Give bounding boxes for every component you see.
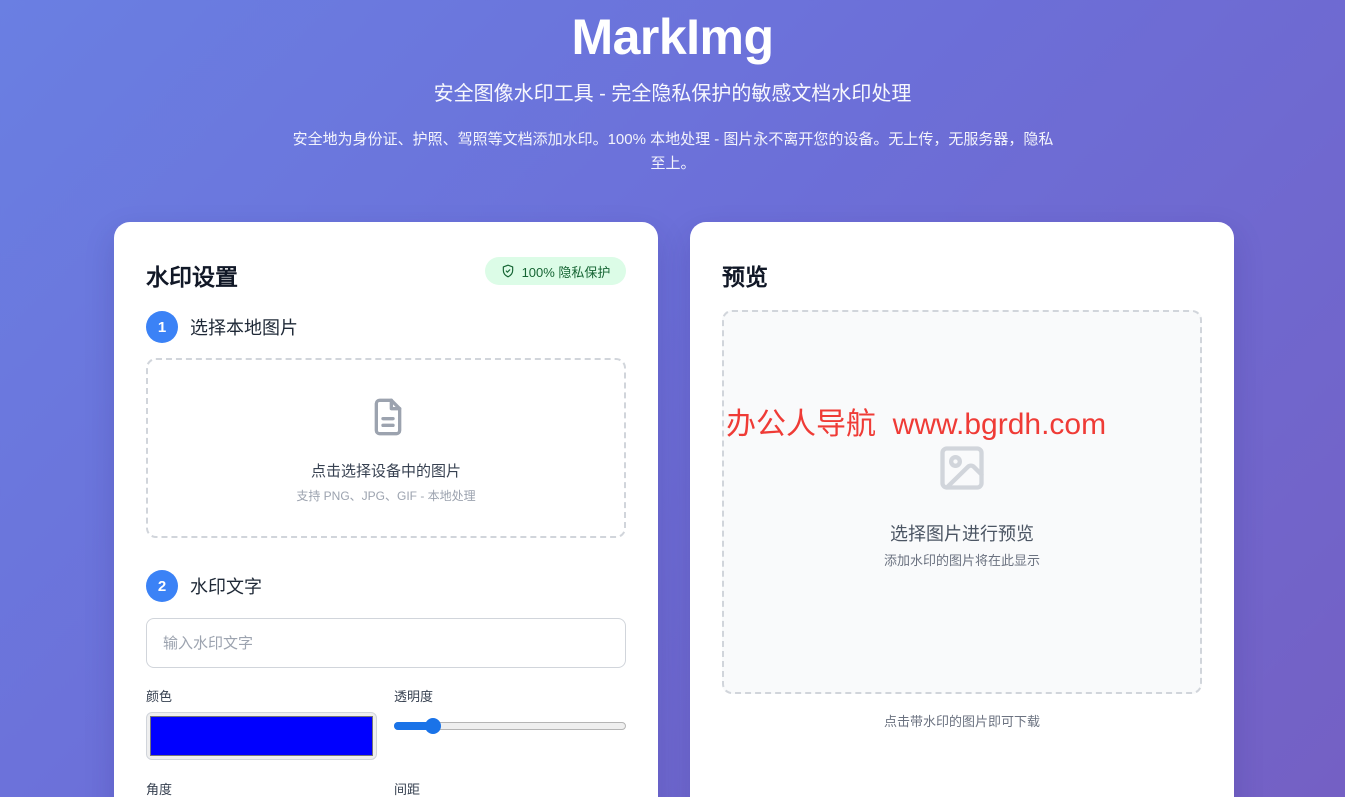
step-watermark-text: 2 水印文字	[146, 570, 262, 602]
image-icon	[940, 446, 984, 490]
step-number-1: 1	[146, 311, 178, 343]
step-select-image: 1 选择本地图片	[146, 311, 298, 343]
shield-check-icon	[502, 264, 513, 278]
upload-format-hint: 支持 PNG、JPG、GIF - 本地处理	[296, 489, 476, 503]
file-text-icon	[374, 398, 402, 436]
spacing-label: 间距	[394, 782, 421, 797]
app-title: MarkImg	[571, 9, 774, 65]
opacity-slider-thumb[interactable]	[425, 718, 442, 734]
privacy-badge-label: 100% 隐私保护	[521, 264, 611, 280]
opacity-slider[interactable]	[394, 718, 626, 734]
settings-title: 水印设置	[146, 264, 238, 290]
preview-title: 预览	[722, 264, 768, 290]
app-description: 安全地为身份证、护照、驾照等文档添加水印。100% 本地处理 - 图片永不离开您…	[292, 131, 1054, 172]
preview-card: 预览 选择图片进行预览 添加水印的图片将在此显示 点击带水印的图片即可下载	[690, 222, 1234, 797]
color-picker[interactable]	[146, 712, 377, 760]
step-number-2: 2	[146, 570, 178, 602]
watermark-settings-card: 水印设置 100% 隐私保护 1 选择本地图片 点击选择设备中的图片 支持 PN…	[114, 222, 658, 797]
opacity-label: 透明度	[394, 689, 434, 704]
color-label: 颜色	[146, 689, 173, 704]
step-label-select-image: 选择本地图片	[190, 318, 298, 338]
step-label-watermark-text: 水印文字	[190, 577, 262, 597]
site-watermark-overlay: 办公人导航 www.bgrdh.com	[726, 408, 1107, 441]
image-upload-dropzone[interactable]: 点击选择设备中的图片 支持 PNG、JPG、GIF - 本地处理	[146, 358, 626, 538]
preview-empty-text: 选择图片进行预览	[890, 524, 1034, 544]
watermark-text-input[interactable]	[146, 618, 626, 668]
privacy-badge: 100% 隐私保护	[485, 257, 626, 285]
color-swatch	[150, 716, 373, 756]
preview-area[interactable]: 选择图片进行预览 添加水印的图片将在此显示	[722, 310, 1202, 694]
upload-prompt: 点击选择设备中的图片	[310, 463, 461, 480]
preview-empty-hint: 添加水印的图片将在此显示	[883, 553, 1040, 568]
angle-label: 角度	[146, 782, 173, 797]
app-subtitle: 安全图像水印工具 - 完全隐私保护的敏感文档水印处理	[433, 83, 912, 105]
download-hint: 点击带水印的图片即可下载	[883, 714, 1040, 729]
